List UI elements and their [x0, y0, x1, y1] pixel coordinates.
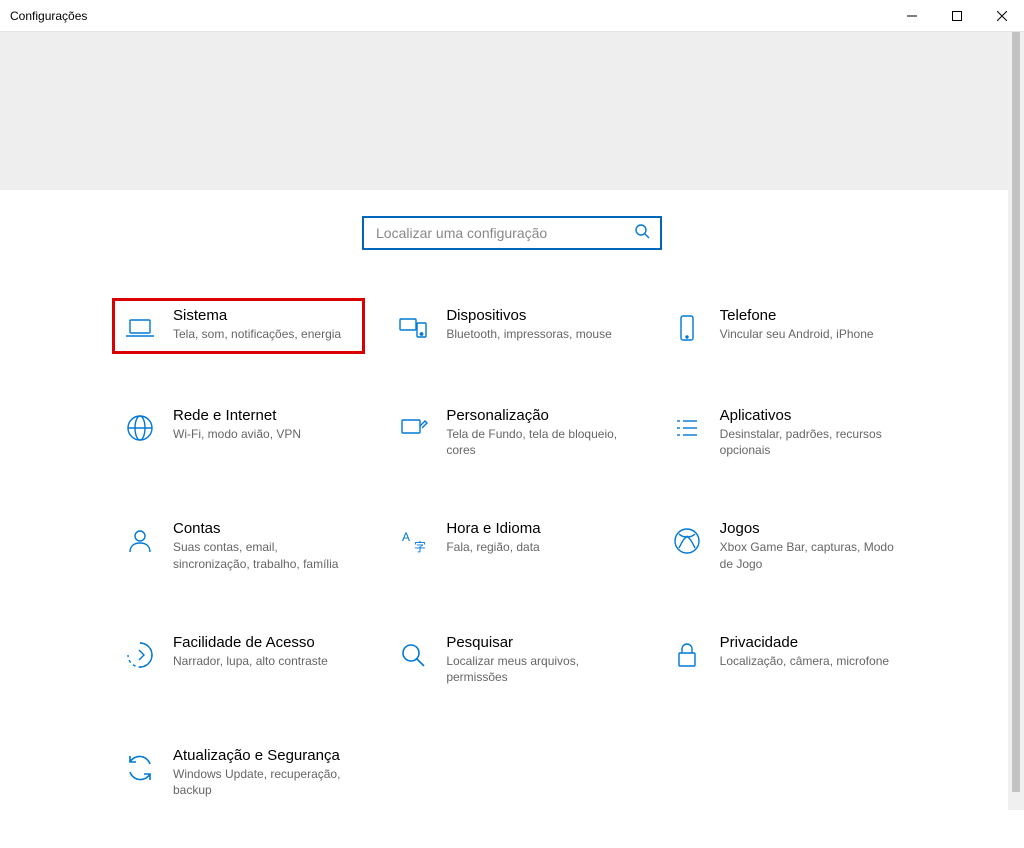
category-desc: Wi-Fi, modo avião, VPN [173, 426, 354, 442]
content: Sistema Tela, som, notificações, energia… [0, 190, 1024, 848]
category-text: Telefone Vincular seu Android, iPhone [720, 307, 901, 342]
svg-text:A: A [402, 530, 410, 544]
maximize-icon [952, 11, 962, 21]
category-title: Contas [173, 520, 354, 537]
category-title: Atualização e Segurança [173, 747, 354, 764]
minimize-icon [907, 11, 917, 21]
scrollbar[interactable] [1008, 32, 1024, 810]
category-update-security[interactable]: Atualização e Segurança Windows Update, … [112, 738, 365, 807]
category-desc: Tela de Fundo, tela de bloqueio, cores [446, 426, 627, 458]
category-text: Privacidade Localização, câmera, microfo… [720, 634, 901, 669]
window-controls [889, 0, 1024, 31]
search-box[interactable] [362, 216, 662, 250]
time-language-icon: A字 [396, 524, 430, 558]
category-desc: Desinstalar, padrões, recursos opcionais [720, 426, 901, 458]
magnifier-icon [396, 638, 430, 672]
category-devices[interactable]: Dispositivos Bluetooth, impressoras, mou… [385, 298, 638, 354]
titlebar: Configurações [0, 0, 1024, 32]
category-gaming[interactable]: Jogos Xbox Game Bar, capturas, Modo de J… [659, 511, 912, 580]
close-icon [997, 11, 1007, 21]
category-desc: Xbox Game Bar, capturas, Modo de Jogo [720, 539, 901, 571]
category-text: Sistema Tela, som, notificações, energia [173, 307, 354, 342]
lock-icon [670, 638, 704, 672]
minimize-button[interactable] [889, 0, 934, 31]
ease-icon [123, 638, 157, 672]
xbox-icon [670, 524, 704, 558]
category-title: Privacidade [720, 634, 901, 651]
apps-icon [670, 411, 704, 445]
category-desc: Fala, região, data [446, 539, 627, 555]
category-title: Telefone [720, 307, 901, 324]
person-icon [123, 524, 157, 558]
category-text: Jogos Xbox Game Bar, capturas, Modo de J… [720, 520, 901, 571]
category-desc: Localização, câmera, microfone [720, 653, 901, 669]
category-title: Sistema [173, 307, 354, 324]
devices-icon [396, 311, 430, 345]
category-title: Pesquisar [446, 634, 627, 651]
category-system[interactable]: Sistema Tela, som, notificações, energia [112, 298, 365, 354]
svg-text:字: 字 [414, 539, 426, 554]
category-desc: Bluetooth, impressoras, mouse [446, 326, 627, 342]
category-accounts[interactable]: Contas Suas contas, email, sincronização… [112, 511, 365, 580]
category-text: Aplicativos Desinstalar, padrões, recurs… [720, 407, 901, 458]
category-text: Rede e Internet Wi-Fi, modo avião, VPN [173, 407, 354, 442]
category-desc: Vincular seu Android, iPhone [720, 326, 901, 342]
search-wrap [0, 190, 1024, 298]
category-title: Personalização [446, 407, 627, 424]
update-icon [123, 751, 157, 785]
category-title: Dispositivos [446, 307, 627, 324]
category-desc: Windows Update, recuperação, backup [173, 766, 354, 798]
scrollbar-thumb[interactable] [1012, 32, 1020, 792]
category-text: Facilidade de Acesso Narrador, lupa, alt… [173, 634, 354, 669]
category-text: Hora e Idioma Fala, região, data [446, 520, 627, 555]
category-privacy[interactable]: Privacidade Localização, câmera, microfo… [659, 625, 912, 694]
header-band [0, 32, 1024, 190]
category-time-language[interactable]: A字 Hora e Idioma Fala, região, data [385, 511, 638, 580]
category-desc: Narrador, lupa, alto contraste [173, 653, 354, 669]
category-text: Dispositivos Bluetooth, impressoras, mou… [446, 307, 627, 342]
search-input[interactable] [374, 224, 634, 242]
category-title: Hora e Idioma [446, 520, 627, 537]
categories-grid: Sistema Tela, som, notificações, energia… [0, 298, 1024, 848]
category-phone[interactable]: Telefone Vincular seu Android, iPhone [659, 298, 912, 354]
globe-icon [123, 411, 157, 445]
category-apps[interactable]: Aplicativos Desinstalar, padrões, recurs… [659, 398, 912, 467]
category-text: Atualização e Segurança Windows Update, … [173, 747, 354, 798]
category-personalization[interactable]: Personalização Tela de Fundo, tela de bl… [385, 398, 638, 467]
category-title: Rede e Internet [173, 407, 354, 424]
phone-icon [670, 311, 704, 345]
category-title: Facilidade de Acesso [173, 634, 354, 651]
search-icon [634, 223, 650, 244]
category-ease-of-access[interactable]: Facilidade de Acesso Narrador, lupa, alt… [112, 625, 365, 694]
window-title: Configurações [0, 9, 87, 23]
category-title: Jogos [720, 520, 901, 537]
close-button[interactable] [979, 0, 1024, 31]
category-desc: Suas contas, email, sincronização, traba… [173, 539, 354, 571]
category-network[interactable]: Rede e Internet Wi-Fi, modo avião, VPN [112, 398, 365, 467]
category-text: Contas Suas contas, email, sincronização… [173, 520, 354, 571]
category-desc: Tela, som, notificações, energia [173, 326, 354, 342]
category-search[interactable]: Pesquisar Localizar meus arquivos, permi… [385, 625, 638, 694]
category-text: Pesquisar Localizar meus arquivos, permi… [446, 634, 627, 685]
category-text: Personalização Tela de Fundo, tela de bl… [446, 407, 627, 458]
category-title: Aplicativos [720, 407, 901, 424]
maximize-button[interactable] [934, 0, 979, 31]
category-desc: Localizar meus arquivos, permissões [446, 653, 627, 685]
laptop-icon [123, 311, 157, 345]
paint-icon [396, 411, 430, 445]
